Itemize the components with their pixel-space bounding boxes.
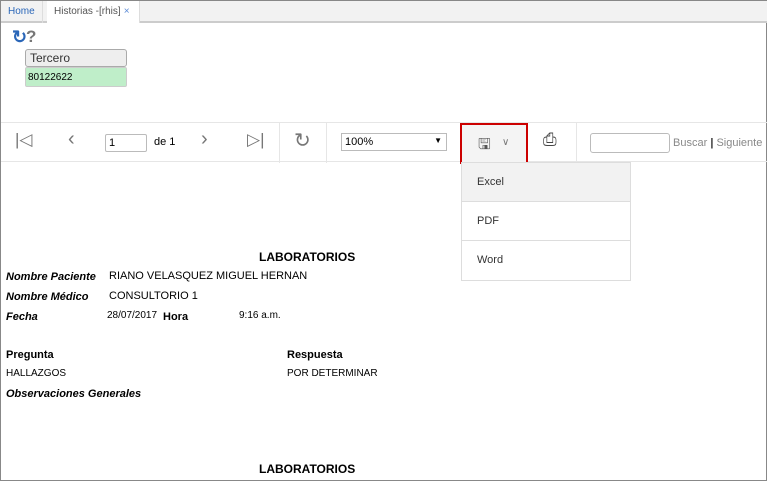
paciente-label: Nombre Paciente [6, 271, 96, 283]
zoom-value: 100% [345, 136, 374, 148]
save-icon: 🖫 [478, 136, 491, 153]
find-controls: Buscar | Siguiente [673, 137, 762, 149]
export-excel[interactable]: Excel [462, 163, 630, 202]
separator: | [710, 137, 714, 149]
refresh-report-icon[interactable]: ↻ [294, 128, 311, 153]
next-page-icon[interactable]: › [201, 128, 208, 151]
first-page-icon[interactable]: |◁ [15, 130, 33, 150]
medico-value: CONSULTORIO 1 [109, 290, 198, 302]
tab-historias[interactable]: Historias -[rhis] × [47, 1, 140, 23]
paciente-value: RIANO VELASQUEZ MIGUEL HERNAN [109, 270, 308, 282]
chevron-down-icon: ∨ [502, 137, 510, 148]
export-button[interactable]: 🖫 ∨ [460, 123, 528, 164]
report-toolbar: |◁ ‹ 1 de 1 › ▷| ↻ 100% ▼ 🖫 ∨ ⎙ Buscar | … [1, 122, 767, 164]
report-title-2: LABORATORIOS [259, 462, 356, 476]
siguiente-link[interactable]: Siguiente [716, 137, 762, 149]
observaciones-label: Observaciones Generales [6, 388, 142, 400]
hora-label: Hora [163, 311, 189, 323]
export-menu: Excel PDF Word [461, 162, 631, 281]
buscar-link[interactable]: Buscar [673, 137, 707, 149]
pregunta-value: HALLAZGOS [6, 368, 67, 379]
report-title: LABORATORIOS [259, 250, 356, 264]
pregunta-header: Pregunta [6, 349, 54, 361]
search-input[interactable] [590, 133, 670, 153]
respuesta-value: POR DETERMINAR [287, 368, 378, 379]
medico-label: Nombre Médico [6, 291, 89, 303]
zoom-select[interactable]: 100% ▼ [341, 133, 447, 151]
refresh-icon[interactable]: ↻ [12, 27, 27, 48]
page-count: de 1 [154, 136, 176, 148]
prev-page-icon[interactable]: ‹ [68, 128, 75, 151]
help-icon[interactable]: ? [26, 27, 36, 47]
fecha-value: 28/07/2017 [107, 310, 158, 321]
export-pdf[interactable]: PDF [462, 202, 630, 241]
print-icon[interactable]: ⎙ [543, 130, 557, 150]
tercero-label: Tercero [25, 49, 127, 67]
export-word[interactable]: Word [462, 241, 630, 280]
tercero-field[interactable]: 80122622 [25, 67, 127, 87]
fecha-label: Fecha [6, 311, 38, 323]
tab-home[interactable]: Home [1, 1, 43, 23]
page-input[interactable]: 1 [105, 134, 147, 152]
tab-label: Historias -[rhis] [54, 6, 121, 17]
dropdown-arrow-icon: ▼ [434, 136, 442, 145]
tab-bar: Home Historias -[rhis] × [1, 1, 767, 23]
last-page-icon[interactable]: ▷| [247, 130, 265, 150]
close-icon[interactable]: × [124, 6, 130, 17]
hora-value: 9:16 a.m. [239, 310, 281, 321]
respuesta-header: Respuesta [287, 349, 343, 361]
